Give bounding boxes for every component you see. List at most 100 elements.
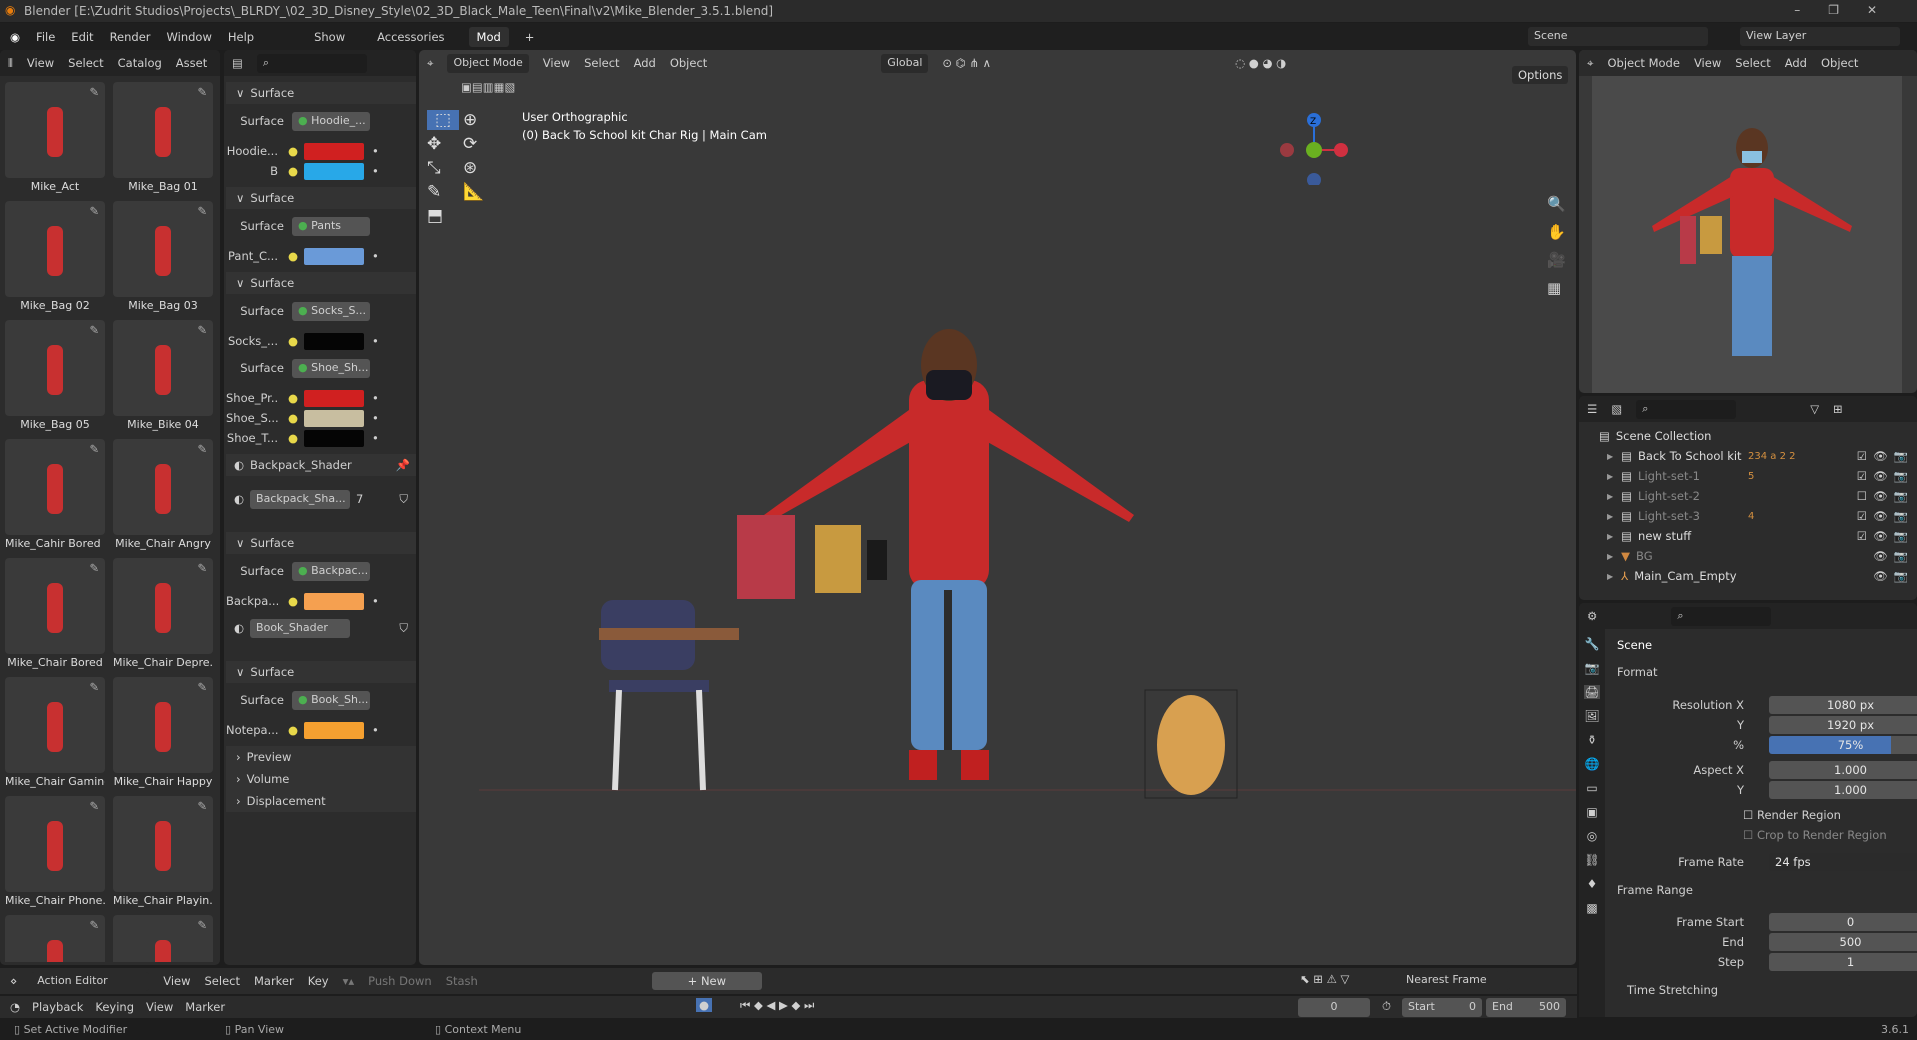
menu-view[interactable]: View: [27, 56, 54, 70]
menu-playback[interactable]: Playback: [32, 1000, 83, 1014]
edit-asset-icon[interactable]: ✎: [89, 85, 99, 99]
snap-mode-select[interactable]: Nearest Frame: [1400, 971, 1510, 990]
material-row-shader[interactable]: Surface ● Book_Sh...: [226, 689, 416, 711]
asset-item[interactable]: ✎ Mike_Bag 03: [113, 201, 213, 316]
chevron-down-icon[interactable]: ∨: [236, 665, 244, 679]
material-row-shader[interactable]: Surface ● Socks_S...: [226, 300, 416, 322]
edit-asset-icon[interactable]: ✎: [197, 323, 207, 337]
outliner-row[interactable]: ▶ ▼ BG 👁 📷: [1579, 546, 1916, 566]
material-row-shader[interactable]: Surface ● Shoe_Sh...: [226, 357, 416, 379]
menu-view[interactable]: View: [146, 1000, 173, 1014]
material-row-shader[interactable]: Surface ● Hoodie_...: [226, 110, 416, 132]
outliner-row[interactable]: ▶ ▤ Light-set-1 5 ☑ 👁 📷: [1579, 466, 1916, 486]
fake-user-icon[interactable]: ⛉: [399, 492, 408, 507]
color-swatch[interactable]: [304, 429, 365, 447]
visibility-eye-icon[interactable]: 👁: [1873, 489, 1888, 503]
window-controls[interactable]: –❐✕: [1794, 3, 1905, 17]
menu-select[interactable]: Select: [1735, 56, 1770, 70]
frame-end-field[interactable]: End 500: [1607, 933, 1917, 952]
current-frame-field[interactable]: 0: [1298, 998, 1370, 1017]
material-row-color[interactable]: Hoodie... ● •: [226, 140, 416, 162]
phone[interactable]: [867, 540, 887, 580]
shader-selector[interactable]: ● Book_Sh...: [292, 690, 370, 710]
color-swatch[interactable]: [304, 592, 365, 610]
edit-asset-icon[interactable]: ✎: [89, 204, 99, 218]
edit-asset-icon[interactable]: ✎: [89, 680, 99, 694]
editor-type-icon[interactable]: ☰: [1587, 402, 1597, 416]
material-row-color[interactable]: Notepa... ● •: [226, 719, 416, 741]
render-camera-icon[interactable]: 📷: [1894, 469, 1908, 483]
mode-selector[interactable]: Object Mode: [1607, 56, 1679, 70]
fake-user-icon[interactable]: ⛉: [399, 621, 408, 636]
material-row-slot[interactable]: ◐ Book_Shader ⛉: [226, 617, 416, 639]
menu-object[interactable]: Object: [1821, 56, 1858, 70]
3d-viewport[interactable]: ⌖ Object Mode View Select Add Object Glo…: [419, 50, 1576, 965]
chevron-down-icon[interactable]: ∨: [236, 191, 244, 205]
chevron-down-icon[interactable]: ∨: [236, 536, 244, 550]
menu-view[interactable]: View: [163, 974, 190, 988]
asset-item[interactable]: ✎ Mike_Chair Bored: [5, 558, 105, 673]
expand-arrow-icon[interactable]: ▶: [1607, 552, 1613, 561]
workspace-tab-accessories[interactable]: Accessories: [369, 27, 452, 47]
chevron-down-icon[interactable]: ∨: [236, 86, 244, 100]
preview-range-icon[interactable]: ⏱: [1382, 999, 1391, 1014]
new-collection-icon[interactable]: ⊞: [1833, 402, 1843, 416]
collection-tab-icon[interactable]: ▭: [1586, 781, 1597, 795]
add-workspace-button[interactable]: +: [525, 30, 535, 44]
material-row-color[interactable]: B ● •: [226, 160, 416, 182]
outliner-row[interactable]: ▶ ⅄ Main_Cam_Empty 👁 📷: [1579, 566, 1916, 586]
visibility-eye-icon[interactable]: 👁: [1873, 549, 1888, 563]
color-swatch[interactable]: [304, 409, 365, 427]
render-camera-icon[interactable]: 📷: [1894, 549, 1908, 563]
filter-icon[interactable]: ▽: [1810, 402, 1819, 416]
material-row-collapsed[interactable]: › Volume: [226, 768, 416, 790]
layer-updown-buttons[interactable]: ▾▴: [343, 974, 355, 988]
asset-item[interactable]: ✎: [113, 915, 213, 962]
asset-item[interactable]: ✎ Mike_Chair Happy: [113, 677, 213, 792]
asset-item[interactable]: ✎ Mike_Bag 02: [5, 201, 105, 316]
edit-asset-icon[interactable]: ✎: [197, 799, 207, 813]
constraints-tab-icon[interactable]: ⛓: [1584, 853, 1599, 867]
color-swatch[interactable]: [304, 332, 365, 350]
resolution-y-field[interactable]: Y 1920 px: [1607, 716, 1917, 735]
menu-keying[interactable]: Keying: [95, 1000, 134, 1014]
menu-file[interactable]: File: [36, 30, 55, 44]
menu-view[interactable]: View: [1694, 56, 1721, 70]
auto-keying-toggle[interactable]: ●: [696, 998, 712, 1012]
edit-asset-icon[interactable]: ✎: [197, 85, 207, 99]
filter-icons[interactable]: ⬉ ⊞ ⚠ ▽: [1300, 972, 1349, 986]
edit-asset-icon[interactable]: ✎: [89, 799, 99, 813]
chevron-right-icon[interactable]: ›: [236, 794, 241, 808]
edit-asset-icon[interactable]: ✎: [197, 561, 207, 575]
properties-search-input[interactable]: ⌕: [1671, 606, 1772, 626]
outliner-row[interactable]: ▶ ▤ Light-set-2 ☐ 👁 📷: [1579, 486, 1916, 506]
physics-tab-icon[interactable]: ◎: [1587, 829, 1597, 843]
exclude-checkbox[interactable]: ☐: [1857, 489, 1867, 503]
visibility-eye-icon[interactable]: 👁: [1873, 449, 1888, 463]
menu-marker[interactable]: Marker: [254, 974, 294, 988]
asset-item[interactable]: ✎ Mike_Chair Gaming: [5, 677, 105, 792]
crop-render-region-checkbox[interactable]: ☐ Crop to Render Region: [1743, 828, 1887, 842]
editor-type-icon[interactable]: ⌖: [1587, 56, 1593, 71]
chevron-right-icon[interactable]: ›: [236, 750, 241, 764]
output-tab-icon[interactable]: 🖨: [1584, 685, 1600, 699]
material-row-color[interactable]: Shoe_T... ● •: [226, 427, 416, 449]
exclude-checkbox[interactable]: ☑: [1857, 509, 1867, 523]
color-swatch[interactable]: [304, 162, 365, 180]
editor-type-icon[interactable]: ⋄: [10, 974, 17, 988]
material-name-field[interactable]: Book_Shader: [250, 618, 351, 638]
asset-item[interactable]: ✎ Mike_Bike 04: [113, 320, 213, 435]
tool-tab-icon[interactable]: 🔧: [1585, 637, 1600, 651]
asset-item[interactable]: ✎ Mike_Chair Depre...: [113, 558, 213, 673]
visibility-eye-icon[interactable]: 👁: [1873, 569, 1888, 583]
asset-item[interactable]: ✎ Mike_Cahir Bored ...: [5, 439, 105, 554]
format-panel-header[interactable]: Format: [1617, 665, 1658, 679]
data-tab-icon[interactable]: ♦: [1587, 877, 1598, 891]
material-row-shader[interactable]: Surface ● Pants: [226, 215, 416, 237]
exclude-checkbox[interactable]: ☑: [1857, 529, 1867, 543]
search-input[interactable]: ⌕: [256, 53, 367, 73]
render-camera-icon[interactable]: 📷: [1894, 569, 1908, 583]
expand-arrow-icon[interactable]: ▶: [1607, 452, 1613, 461]
edit-asset-icon[interactable]: ✎: [89, 918, 99, 932]
visibility-eye-icon[interactable]: 👁: [1873, 509, 1888, 523]
